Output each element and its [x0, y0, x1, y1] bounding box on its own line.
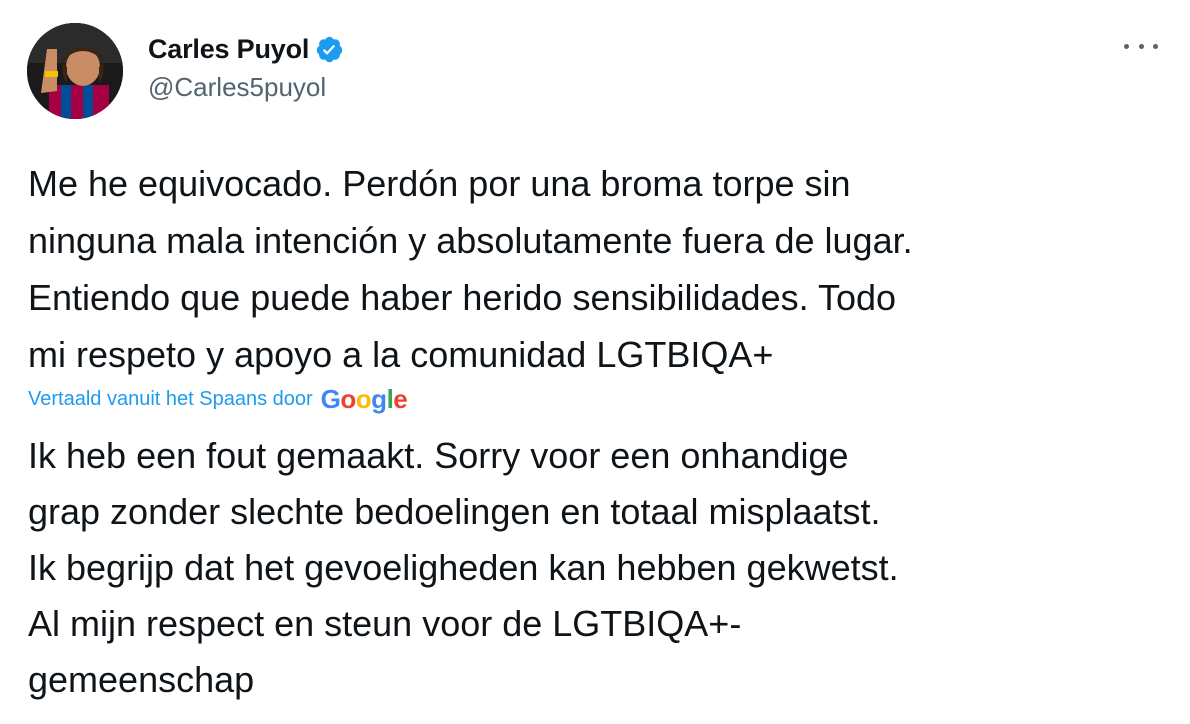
- more-horizontal-icon: [1138, 43, 1144, 49]
- translation-label-link[interactable]: Vertaald vanuit het Spaans door: [28, 388, 313, 411]
- author-name-row: Carles Puyol: [148, 31, 344, 67]
- tweet-text: Me he equivocado. Perdón por una broma t…: [28, 163, 913, 375]
- avatar[interactable]: [27, 23, 123, 119]
- google-logo: Google: [320, 383, 408, 414]
- translation-attribution: Vertaald vanuit het Spaans door Google: [28, 383, 408, 415]
- tweet-card: Carles Puyol @Carles5puyol Me he equivoc…: [0, 0, 1190, 724]
- translated-tweet-text: Ik heb een fout gemaakt. Sorry voor een …: [28, 435, 899, 700]
- more-horizontal-icon: [1153, 43, 1158, 49]
- verified-badge-icon: [315, 35, 344, 64]
- more-horizontal-icon: [1124, 43, 1129, 49]
- author-name[interactable]: Carles Puyol: [148, 34, 309, 65]
- profile-photo: [27, 23, 123, 119]
- more-options-button[interactable]: [1124, 34, 1158, 58]
- author-handle[interactable]: @Carles5puyol: [148, 72, 326, 103]
